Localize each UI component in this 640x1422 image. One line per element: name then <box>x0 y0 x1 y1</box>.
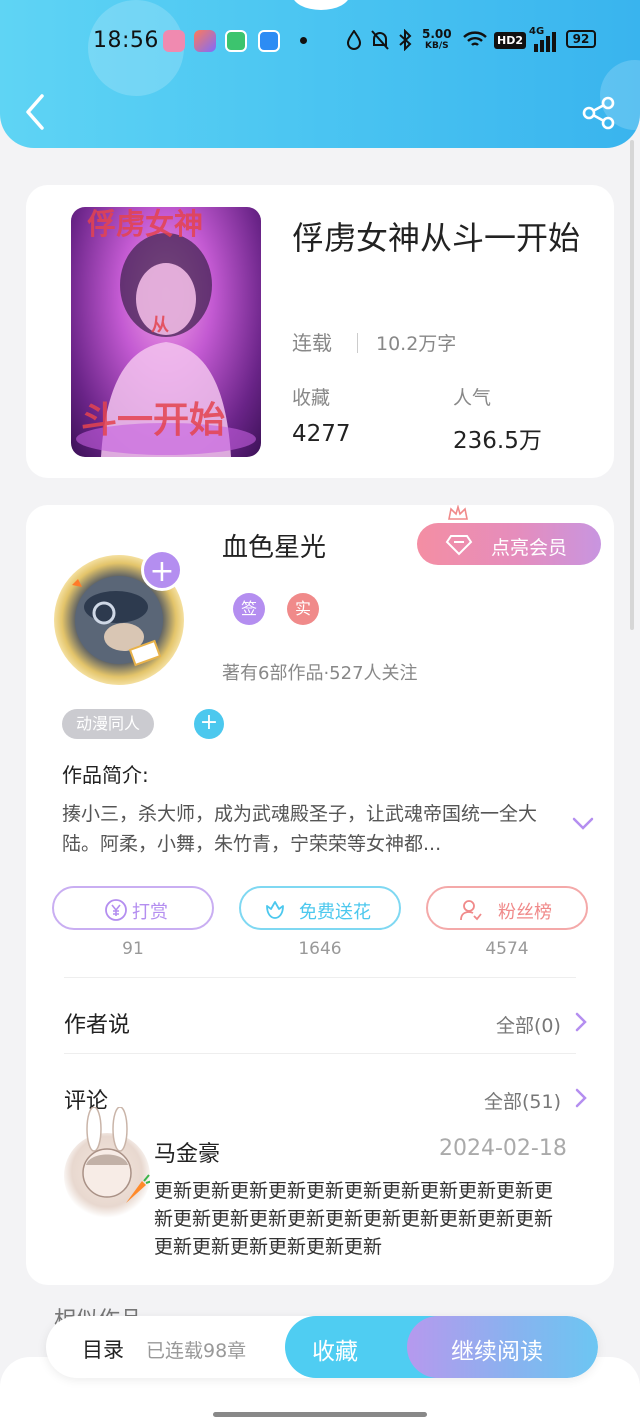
follow-author-button[interactable]: + <box>141 549 183 591</box>
chevron-right-icon[interactable] <box>575 1088 587 1108</box>
book-info-card: 俘虏女神 从 斗一开始 俘虏女神从斗一开始 连载 10.2万字 收藏 4277 … <box>26 185 614 478</box>
battery-icon: 92 <box>566 30 596 48</box>
favorites-button-label: 收藏 <box>312 1339 358 1365</box>
status-bar: 18:56 5.00 KB/S HD2 4G 92 <box>0 18 640 62</box>
notification-dot <box>300 37 307 44</box>
author-card: + 血色星光 点亮会员 签 实 著有6部作品·527人关注 动漫同人 + 作品简… <box>26 505 614 1285</box>
favorites-value: 4277 <box>292 421 351 447</box>
commenter-name[interactable]: 马金豪 <box>154 1136 220 1168</box>
comments-all-link[interactable]: 全部(51) <box>484 1087 561 1114</box>
status-time: 18:56 <box>93 28 159 53</box>
comment-date: 2024-02-18 <box>439 1136 567 1161</box>
fans-count: 4574 <box>485 939 529 959</box>
vip-button[interactable]: 点亮会员 <box>417 523 601 565</box>
camera-notch <box>292 0 350 10</box>
back-button[interactable] <box>18 92 52 132</box>
continue-reading-label: 继续阅读 <box>451 1339 543 1365</box>
bluetooth-icon <box>399 29 412 51</box>
scrollbar[interactable] <box>630 140 634 630</box>
comment-text[interactable]: 更新更新更新更新更新更新更新更新更新更新更新更新更新更新更新更新更新更新更新更新… <box>154 1177 564 1261</box>
word-count: 10.2万字 <box>376 333 457 355</box>
fans-rank-button[interactable]: 粉丝榜 <box>426 886 588 930</box>
signed-badge: 签 <box>233 593 265 625</box>
vip-button-label: 点亮会员 <box>491 537 568 559</box>
tip-button[interactable]: 打赏 <box>52 886 214 930</box>
author-says-all-link[interactable]: 全部(0) <box>496 1011 561 1038</box>
cover-title-mid: 从 <box>151 315 169 336</box>
flower-icon <box>266 901 284 919</box>
toc-button[interactable]: 目录 <box>82 1334 124 1364</box>
book-title: 俘虏女神从斗一开始 <box>292 219 581 257</box>
fans-icon <box>460 900 482 921</box>
tip-button-label: 打赏 <box>132 902 168 923</box>
add-tag-button[interactable]: + <box>194 709 224 739</box>
tip-count: 91 <box>122 939 144 959</box>
flower-count: 1646 <box>298 939 342 959</box>
crown-icon <box>448 505 468 520</box>
divider <box>357 333 358 353</box>
home-indicator[interactable] <box>213 1412 427 1417</box>
cover-title-bottom: 斗一开始 <box>81 399 226 441</box>
favorites-label: 收藏 <box>292 387 331 409</box>
mute-bell-icon <box>371 30 389 50</box>
app-icon <box>225 30 247 52</box>
chevron-right-icon[interactable] <box>575 1012 587 1032</box>
chapter-count[interactable]: 已连载98章 <box>146 1336 246 1363</box>
cover-title-top: 俘虏女神 <box>87 207 204 241</box>
fans-rank-label: 粉丝榜 <box>498 902 552 923</box>
divider <box>64 1053 576 1054</box>
top-header: 18:56 5.00 KB/S HD2 4G 92 <box>0 0 640 148</box>
intro-title: 作品简介: <box>62 763 149 787</box>
author-says-title: 作者说 <box>64 1013 131 1038</box>
hd-badge: HD2 <box>494 32 526 49</box>
author-meta: 著有6部作品·527人关注 <box>222 663 418 684</box>
wifi-icon <box>463 31 487 46</box>
book-cover[interactable]: 俘虏女神 从 斗一开始 <box>71 207 261 457</box>
book-status: 连载 <box>292 331 332 355</box>
bilibili-app-icon <box>163 30 185 52</box>
net-speed: 5.00 KB/S <box>422 27 452 51</box>
send-flower-button[interactable]: 免费送花 <box>239 886 401 930</box>
signal-icon <box>534 32 556 52</box>
share-button[interactable] <box>582 96 616 130</box>
diamond-icon <box>445 535 473 556</box>
popularity-label: 人气 <box>453 387 492 409</box>
popularity-value: 236.5万 <box>453 428 542 454</box>
expand-chevron-icon[interactable] <box>572 817 594 831</box>
verified-badge: 实 <box>287 593 319 625</box>
water-drop-icon <box>346 30 362 50</box>
yen-icon <box>105 899 127 921</box>
bottom-action-bar: 目录 已连载98章 收藏 继续阅读 <box>46 1316 598 1378</box>
app-icon <box>258 30 280 52</box>
divider <box>64 977 576 978</box>
app-icon <box>194 30 216 52</box>
intro-text: 揍小三，杀大师，成为武魂殿圣子，让武魂帝国统一全大陆。阿柔，小舞，朱竹青，宁荣荣… <box>62 803 538 855</box>
commenter-avatar[interactable] <box>64 1107 150 1219</box>
continue-reading-button[interactable]: 继续阅读 <box>407 1316 598 1378</box>
send-flower-label: 免费送花 <box>299 902 371 923</box>
bunny-avatar-figure <box>82 1107 150 1203</box>
genre-tag[interactable]: 动漫同人 <box>62 709 155 739</box>
author-name[interactable]: 血色星光 <box>222 527 326 564</box>
